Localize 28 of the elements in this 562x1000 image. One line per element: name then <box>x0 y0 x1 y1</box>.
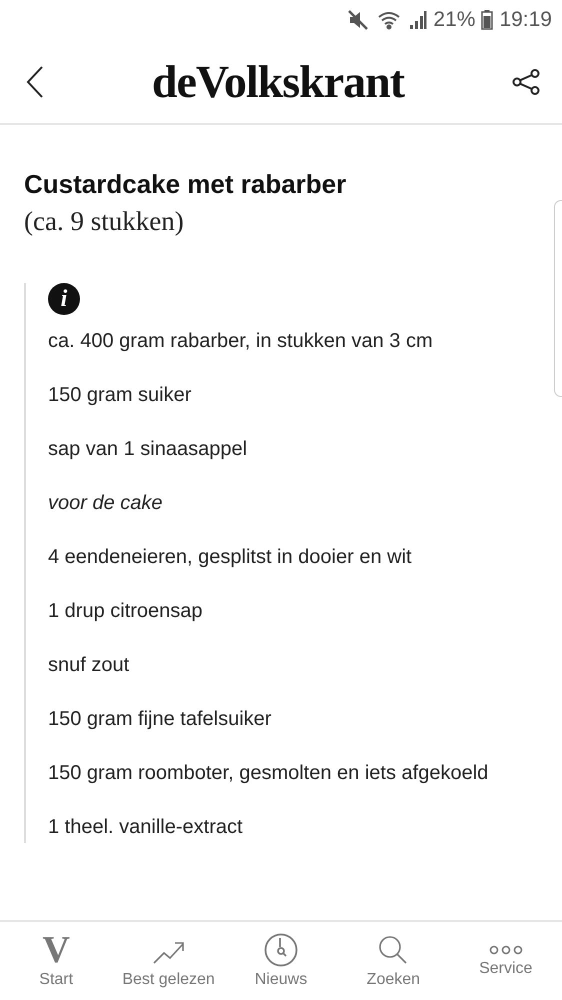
recipe-title: Custardcake met rabarber <box>24 169 348 200</box>
ingredient-line: 150 gram roomboter, gesmolten en iets afgekoeld <box>48 761 490 786</box>
nav-tab[interactable]: Service <box>454 940 558 982</box>
nav-tab[interactable]: Zoeken <box>341 929 446 993</box>
ingredient-line: ca. 400 gram rabarber, in stukken van 3 cm <box>48 329 434 354</box>
nav-tab[interactable]: Nieuws <box>228 929 333 993</box>
nav-tab[interactable]: Best gelezen <box>116 929 221 993</box>
newspaper-logo: deVolkskrant <box>152 55 404 108</box>
ingredient-line: 150 gram suiker <box>48 383 192 408</box>
signal-icon <box>409 10 428 30</box>
more-icon <box>488 944 523 956</box>
battery-icon <box>481 10 494 30</box>
ingredient-section-heading: voor de cake <box>48 491 164 516</box>
ingredient-line: 150 gram fijne tafelsuiker <box>48 707 272 732</box>
ingredient-line: sap van 1 sinaasappel <box>48 437 248 462</box>
nav-tab[interactable]: V Start <box>4 929 108 993</box>
recipe-yield: (ca. 9 stukken) <box>24 206 185 237</box>
clock-icon <box>264 933 298 967</box>
ingredient-line: 1 drup citroensap <box>48 599 204 624</box>
ingredient-line: 4 eendeneieren, gesplitst in dooier en wit <box>48 545 413 570</box>
clock-time: 19:19 <box>499 8 552 32</box>
v-logo-icon: V <box>42 933 70 967</box>
share-icon <box>512 68 540 94</box>
chevron-left-icon <box>26 66 44 98</box>
battery-percentage: 21% <box>433 8 476 32</box>
ingredient-line: 1 theel. vanille-extract <box>48 815 244 840</box>
ingredient-line: snuf zout <box>48 653 130 678</box>
info-icon: i <box>48 283 80 315</box>
